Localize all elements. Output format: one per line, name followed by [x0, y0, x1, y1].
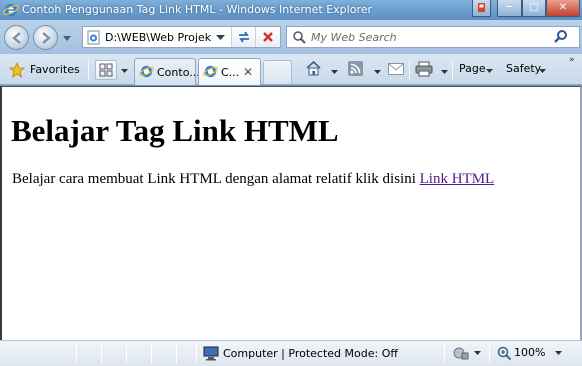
tab-active[interactable]: C... ✕ — [198, 58, 261, 85]
page-paragraph: Belajar cara membuat Link HTML dengan al… — [12, 171, 494, 188]
print-icon[interactable] — [415, 61, 433, 77]
zoom-icon[interactable] — [497, 346, 512, 361]
page-heading: Belajar Tag Link HTML — [11, 113, 339, 148]
address-dropdown-icon[interactable] — [216, 34, 225, 41]
close-tab-icon[interactable]: ✕ — [243, 65, 253, 79]
safety-dropdown-icon[interactable] — [539, 69, 546, 74]
tab-label: Conto... — [157, 66, 200, 79]
zoom-level[interactable]: 100% — [514, 346, 545, 359]
rss-icon[interactable] — [348, 61, 363, 76]
divider — [452, 60, 453, 80]
home-icon[interactable] — [305, 60, 322, 77]
close-icon: ✕ — [558, 2, 568, 13]
feeds-dropdown-icon[interactable] — [374, 70, 381, 75]
link-html[interactable]: Link HTML — [420, 171, 495, 187]
minimize-button[interactable]: ─ — [497, 0, 522, 17]
chevron-more-icon[interactable]: » — [569, 55, 575, 65]
command-bar: Favorites Conto... C... ✕ Page Safety » — [0, 54, 582, 85]
window-title: Contoh Penggunaan Tag Link HTML - Window… — [22, 3, 373, 16]
divider — [489, 344, 490, 363]
minimize-icon: ─ — [506, 2, 513, 13]
compatibility-button[interactable] — [231, 27, 255, 47]
ie-icon — [3, 4, 19, 16]
divider — [444, 344, 445, 363]
divider — [101, 344, 102, 363]
quick-tabs-icon — [99, 63, 113, 77]
close-window-button[interactable]: ✕ — [546, 0, 580, 17]
page-icon — [87, 30, 100, 45]
ie-icon — [203, 65, 218, 78]
divider — [151, 344, 152, 363]
maximize-icon: □ — [529, 2, 539, 13]
divider — [409, 60, 410, 80]
help-icon[interactable] — [472, 0, 491, 17]
page-dropdown-icon[interactable] — [486, 69, 493, 74]
protected-mode-dropdown-icon[interactable] — [474, 351, 481, 356]
paragraph-text: Belajar cara membuat Link HTML dengan al… — [12, 171, 416, 187]
history-dropdown-icon[interactable] — [63, 34, 71, 42]
divider — [126, 344, 127, 363]
tab-list-dropdown-icon[interactable] — [121, 69, 128, 74]
divider — [88, 60, 89, 80]
divider — [176, 344, 177, 363]
address-bar[interactable]: D:\WEB\Web Projek — [82, 26, 281, 48]
page-menu-button[interactable]: Page — [459, 62, 486, 75]
divider — [196, 344, 197, 363]
search-input[interactable]: My Web Search — [311, 31, 397, 44]
quick-tabs-button[interactable] — [95, 60, 117, 80]
new-tab-button[interactable] — [263, 60, 292, 84]
favorites-label: Favorites — [30, 63, 80, 76]
address-text: D:\WEB\Web Projek — [105, 31, 212, 44]
print-dropdown-icon[interactable] — [441, 70, 448, 75]
mail-icon[interactable] — [388, 63, 404, 75]
ie-icon — [139, 65, 154, 78]
forward-button[interactable] — [33, 25, 58, 50]
safety-menu-button[interactable]: Safety — [506, 62, 541, 75]
search-box[interactable]: My Web Search — [286, 26, 580, 48]
stop-button[interactable] — [255, 27, 280, 47]
tab-label: C... — [221, 66, 240, 79]
protected-mode-icon[interactable] — [453, 346, 469, 361]
zoom-dropdown-icon[interactable] — [555, 351, 562, 356]
refresh-arrows-icon — [239, 31, 249, 43]
star-icon — [9, 62, 25, 78]
search-icon[interactable] — [553, 29, 569, 45]
back-button[interactable] — [4, 25, 29, 50]
home-dropdown-icon[interactable] — [331, 70, 338, 75]
title-bar: Contoh Penggunaan Tag Link HTML - Window… — [0, 0, 582, 20]
divider — [76, 344, 77, 363]
stop-icon — [263, 32, 273, 42]
security-zone-text[interactable]: Computer | Protected Mode: Off — [223, 347, 398, 360]
back-icon — [12, 32, 21, 44]
computer-icon — [203, 346, 219, 361]
favorites-button[interactable]: Favorites — [4, 59, 84, 80]
maximize-button[interactable]: □ — [522, 0, 546, 17]
search-provider-icon — [293, 31, 306, 44]
status-bar: Computer | Protected Mode: Off 100% — [0, 340, 582, 366]
tab-conto[interactable]: Conto... — [134, 58, 200, 85]
page-content: Belajar Tag Link HTML Belajar cara membu… — [0, 86, 582, 340]
forward-icon — [42, 32, 51, 44]
